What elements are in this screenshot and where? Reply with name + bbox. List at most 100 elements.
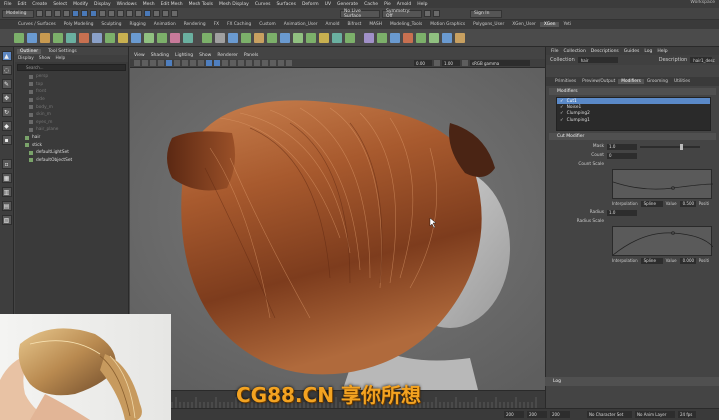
fps-select[interactable]: 24 fps — [678, 411, 696, 418]
shelf-tool-icon[interactable] — [66, 32, 76, 43]
shelf-tab-poly-modeling[interactable]: Poly Modeling — [60, 22, 98, 27]
shelf-tab-arnold[interactable]: Arnold — [322, 22, 344, 27]
radius-field[interactable]: 1.0 — [607, 209, 637, 216]
outliner-menu-display[interactable]: Display — [18, 56, 34, 61]
shelf-tool-icon[interactable] — [345, 32, 355, 43]
shelf-tab-animation-user[interactable]: Animation_User — [280, 22, 322, 27]
snap-grid-icon[interactable] — [99, 10, 106, 17]
menu-arnold[interactable]: Arnold — [397, 2, 412, 7]
shelf-tab-fx-caching[interactable]: FX Caching — [223, 22, 255, 27]
outliner-tab-tool-settings[interactable]: Tool Settings — [45, 49, 80, 54]
shelf-tab-modeling-tools[interactable]: Modeling_Tools — [386, 22, 426, 27]
outliner-item[interactable]: skin_m — [15, 111, 128, 119]
shelf-tab-xgen-user[interactable]: XGen_User — [508, 22, 540, 27]
shelf-tab-xgen[interactable]: XGen — [539, 22, 560, 27]
select-tool-icon[interactable]: ▲ — [1, 51, 12, 61]
menu-pie[interactable]: Pie — [384, 2, 391, 7]
workspace-label[interactable]: Workspace — [690, 0, 715, 5]
modifiers-section-header[interactable]: Modifiers — [549, 88, 716, 95]
color-management-icon[interactable] — [462, 60, 468, 66]
outliner-item[interactable]: defaultLightSet — [15, 149, 128, 157]
film-gate-icon[interactable] — [174, 60, 180, 66]
shadows-icon[interactable] — [238, 60, 244, 66]
outliner-menu-help[interactable]: Help — [55, 56, 65, 61]
shelf-tab-bifrost[interactable]: Bifrost — [343, 22, 365, 27]
count-field[interactable]: 0 — [607, 152, 637, 159]
anim-layer-select[interactable]: No Anim Layer — [635, 411, 675, 418]
shelf-tab-sculpting[interactable]: Sculpting — [97, 22, 125, 27]
shelf-tool-icon[interactable] — [364, 32, 374, 43]
xgen-tab-utilities[interactable]: Utilities — [671, 79, 693, 84]
shelf-tool-icon[interactable] — [390, 32, 400, 43]
scale-tool-icon[interactable]: ◆ — [1, 121, 12, 131]
viewport-3d[interactable] — [130, 68, 545, 390]
xgen-tab-modifiers[interactable]: Modifiers — [618, 79, 644, 84]
shelf-tool-icon[interactable] — [241, 32, 251, 43]
xray-icon[interactable] — [270, 60, 276, 66]
shelf-tool-icon[interactable] — [105, 32, 115, 43]
shelf-tab-curves-surfaces[interactable]: Curves / Surfaces — [14, 22, 60, 27]
field-chart-icon[interactable] — [198, 60, 204, 66]
layout-two-icon[interactable]: ▥ — [1, 187, 12, 197]
shelf-tool-icon[interactable] — [53, 32, 63, 43]
mask-field[interactable]: 1.0 — [607, 143, 637, 150]
xgen-menu-guides[interactable]: Guides — [624, 49, 640, 54]
grid-icon[interactable] — [166, 60, 172, 66]
range-start-field[interactable]: 200 — [504, 411, 524, 418]
redo-icon[interactable] — [63, 10, 70, 17]
snap-view-icon[interactable] — [126, 10, 133, 17]
viewport-menu-renderer[interactable]: Renderer — [217, 53, 238, 58]
select-object-icon[interactable] — [81, 10, 88, 17]
camera-lock-icon[interactable] — [142, 60, 148, 66]
xgen-menu-help[interactable]: Help — [657, 49, 667, 54]
outliner-item[interactable]: front — [15, 88, 128, 96]
smooth-shade-icon[interactable] — [214, 60, 220, 66]
outliner-item[interactable]: persp — [15, 73, 128, 81]
save-icon[interactable] — [45, 10, 52, 17]
xgen-menu-collection[interactable]: Collection — [564, 49, 586, 54]
outliner-item[interactable]: hair — [15, 134, 128, 142]
shelf-tool-icon[interactable] — [27, 32, 37, 43]
isolate-icon[interactable] — [262, 60, 268, 66]
layout-custom-icon[interactable]: ▧ — [1, 215, 12, 225]
shelf-tab-fx[interactable]: FX — [210, 22, 223, 27]
shelf-tool-icon[interactable] — [170, 32, 180, 43]
ambient-occlusion-icon[interactable] — [246, 60, 252, 66]
outliner-item[interactable]: stick — [15, 141, 128, 149]
shelf-tab-custom[interactable]: Custom — [255, 22, 279, 27]
menu-create[interactable]: Create — [32, 2, 47, 7]
camera-icon[interactable] — [433, 10, 440, 17]
render-settings-icon[interactable] — [162, 10, 169, 17]
live-surface-field[interactable]: No Live Surface — [340, 9, 380, 19]
camera-select-icon[interactable] — [134, 60, 140, 66]
log-section-header[interactable]: Log — [545, 377, 719, 386]
viewport-menu-lighting[interactable]: Lighting — [175, 53, 193, 58]
gamma-icon[interactable] — [434, 60, 440, 66]
shelf-tab-mash[interactable]: MASH — [365, 22, 386, 27]
exposure-field[interactable]: 0.00 — [414, 60, 432, 66]
wireframe-icon[interactable] — [206, 60, 212, 66]
character-set-select[interactable]: No Character Set — [587, 411, 632, 418]
tools-icon[interactable] — [424, 10, 431, 17]
shelf-tool-icon[interactable] — [183, 32, 193, 43]
layout-outliner-icon[interactable]: ▤ — [1, 201, 12, 211]
symmetry-field[interactable]: Symmetry: Off — [382, 9, 422, 19]
layout-single-icon[interactable]: ▫ — [1, 159, 12, 169]
lasso-tool-icon[interactable]: ◌ — [1, 65, 12, 75]
modifier-item[interactable]: ✓ Clumping1 — [557, 117, 710, 123]
shelf-tool-icon[interactable] — [319, 32, 329, 43]
xgen-menu-descriptions[interactable]: Descriptions — [591, 49, 619, 54]
outliner-tab-outliner[interactable]: Outliner — [17, 48, 42, 54]
shelf-tab-rendering[interactable]: Rendering — [180, 22, 210, 27]
snap-curve-icon[interactable] — [108, 10, 115, 17]
outliner-item[interactable]: side — [15, 96, 128, 104]
value-field-b[interactable]: 0.000 — [679, 257, 696, 264]
menu-mesh-display[interactable]: Mesh Display — [219, 2, 249, 7]
shelf-tool-icon[interactable] — [79, 32, 89, 43]
bookmark-icon[interactable] — [150, 60, 156, 66]
sign-in-button[interactable]: Sign In — [470, 9, 502, 18]
select-component-icon[interactable] — [90, 10, 97, 17]
shelf-tool-icon[interactable] — [293, 32, 303, 43]
checkmark-icon[interactable]: ✓ — [560, 105, 564, 110]
viewport-menu-view[interactable]: View — [134, 53, 145, 58]
